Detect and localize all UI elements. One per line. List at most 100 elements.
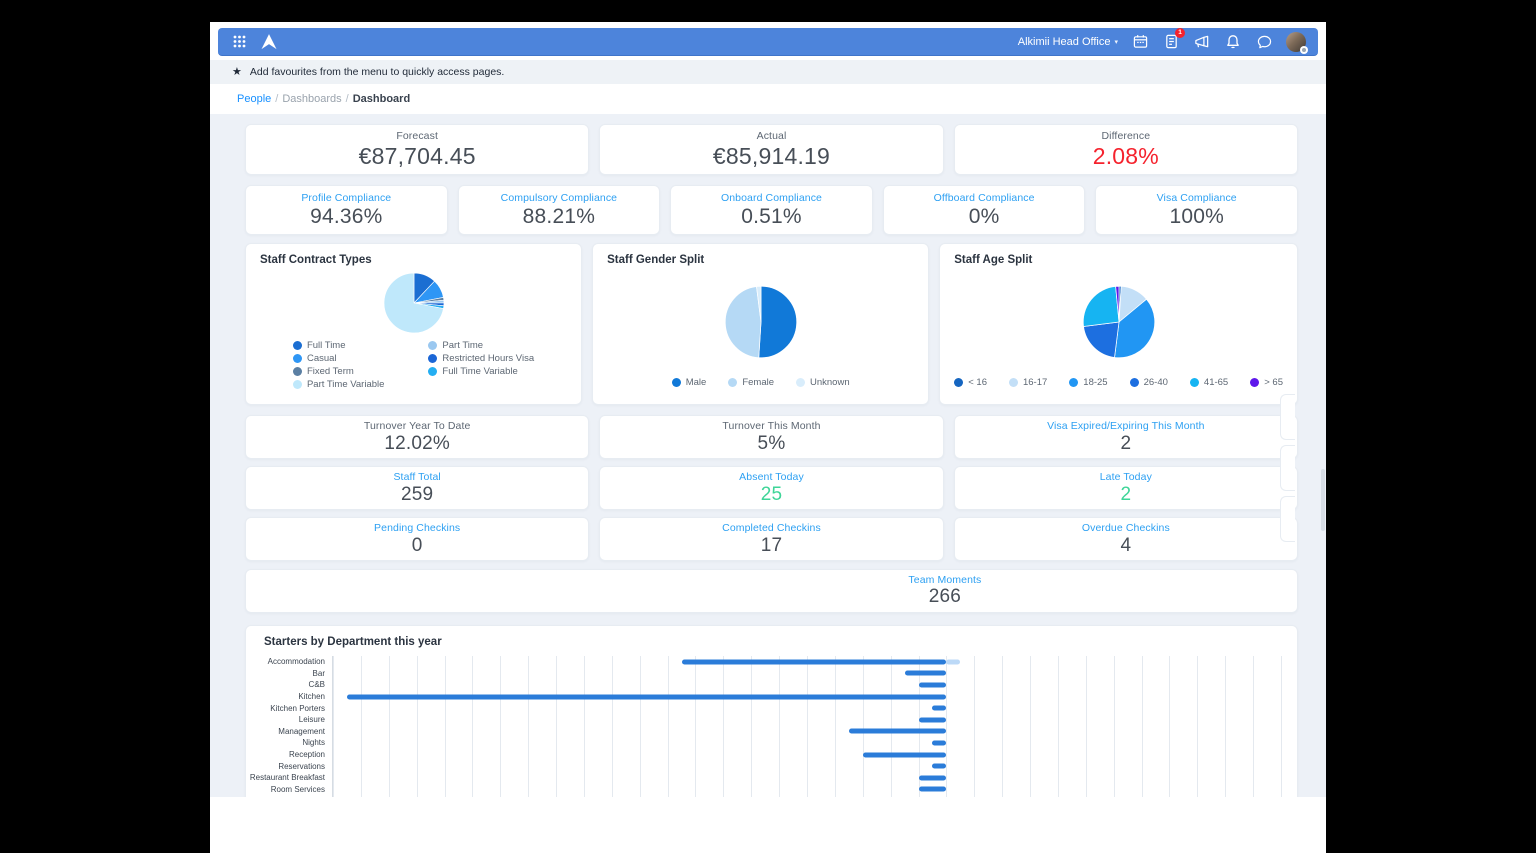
- legend-dot: [671, 378, 681, 387]
- legend-dot: [428, 367, 438, 376]
- pie-chart-svg: [1082, 285, 1155, 358]
- kpi-row-financial: Forecast €87,704.45 Actual €85,914.19 Di…: [245, 124, 1298, 175]
- legend-item[interactable]: > 65: [1250, 377, 1283, 388]
- scrollbar-thumb[interactable]: [1321, 469, 1325, 532]
- stat-label: Staff Total: [393, 470, 441, 483]
- legend-label: Part Time: [442, 340, 484, 351]
- stat-value: 100%: [1169, 204, 1224, 228]
- pie-chart-svg: [724, 285, 797, 358]
- contract-types-pie-chart: [383, 272, 445, 334]
- visa-expiring-card: Visa Expired/Expiring This Month 2: [953, 415, 1298, 459]
- bar-secondary: [946, 659, 961, 665]
- bar-category-label: Kitchen Porters: [270, 703, 325, 713]
- stat-value: 266: [928, 586, 962, 607]
- kpi-row-checkins: Pending Checkins 0 Completed Checkins 17…: [245, 517, 1298, 561]
- alkimii-logo[interactable]: [258, 31, 280, 53]
- megaphone-icon[interactable]: [1193, 33, 1211, 51]
- bar: [848, 728, 947, 734]
- legend-dot: [1250, 378, 1260, 387]
- chat-icon[interactable]: [1255, 33, 1273, 51]
- content-scrollbar[interactable]: [1320, 114, 1325, 797]
- org-selector[interactable]: Alkimii Head Office ▾: [1018, 36, 1118, 48]
- legend-item[interactable]: 16-17: [1008, 377, 1047, 388]
- tasks-icon[interactable]: 1: [1162, 27, 1185, 51]
- bar-row: [333, 795, 1281, 797]
- legend-item[interactable]: Male: [671, 377, 706, 388]
- stat-value: 4: [1120, 534, 1132, 556]
- star-icon[interactable]: ★: [232, 66, 242, 78]
- notification-badge: 1: [1175, 27, 1185, 38]
- calendar-icon[interactable]: [1131, 33, 1149, 51]
- bar-category-label: Restaurant Breakfast: [249, 773, 325, 783]
- bar-category-label: C&B: [308, 680, 325, 690]
- apps-grid-icon[interactable]: [230, 33, 248, 51]
- bar-category-label: Management: [278, 726, 325, 736]
- legend-label: Unknown: [810, 377, 850, 388]
- pie-slice: [1082, 285, 1120, 327]
- stat-label: Forecast: [396, 129, 438, 142]
- absent-today-card: Absent Today 25: [599, 466, 944, 510]
- stat-value: 5%: [757, 432, 786, 454]
- legend-label: 26-40: [1143, 377, 1168, 388]
- stat-value: 88.21%: [522, 204, 596, 228]
- legend-dot: [954, 378, 964, 387]
- legend-item[interactable]: Part Time Variable: [292, 379, 384, 390]
- stat-value: 0: [411, 534, 423, 556]
- legend-item[interactable]: Full Time Variable: [428, 366, 534, 377]
- bar: [904, 670, 947, 676]
- stat-label: Turnover This Month: [722, 419, 821, 432]
- legend-item[interactable]: Full Time: [292, 340, 384, 351]
- pie-chart-svg: [383, 272, 444, 334]
- peek-card-sliver: [1280, 445, 1295, 491]
- legend-dot: [1189, 378, 1199, 387]
- legend-label: 41-65: [1203, 377, 1229, 388]
- bar-category-label: Leisure: [298, 715, 325, 725]
- legend-item[interactable]: 18-25: [1069, 377, 1108, 388]
- legend-item[interactable]: 26-40: [1129, 377, 1168, 388]
- chevron-down-icon: ▾: [1114, 38, 1118, 46]
- legend-dot: [292, 354, 302, 363]
- bar-chart-category-labels: Accommodation Bar C&B Kitchen Kitchen Porter…: [249, 656, 332, 797]
- legend-item[interactable]: Unknown: [796, 377, 850, 388]
- starters-bar-chart: Accommodation Bar C&B Kitchen Kitchen Porter…: [249, 656, 1282, 797]
- staff-age-split-card: Staff Age Split < 16 16-17 18-25 26-40 41-65…: [939, 243, 1298, 405]
- bar: [932, 763, 947, 769]
- legend-item[interactable]: < 16: [954, 377, 987, 388]
- gender-split-legend: Male Female Unknown: [607, 377, 914, 394]
- onboard-compliance-card: Onboard Compliance 0.51%: [670, 185, 873, 235]
- legend-item[interactable]: Casual: [292, 353, 384, 364]
- stat-value: 12.02%: [384, 432, 450, 454]
- bar-row: [333, 691, 1281, 703]
- stat-value: 0%: [968, 204, 1000, 228]
- legend-dot: [1008, 378, 1018, 387]
- legend-item[interactable]: Part Time: [428, 340, 534, 351]
- legend-item[interactable]: Restricted Hours Visa: [428, 353, 534, 364]
- stat-value: €85,914.19: [712, 142, 831, 169]
- chart-title: Starters by Department this year: [264, 636, 442, 648]
- legend-item[interactable]: Fixed Term: [292, 366, 384, 377]
- bar: [346, 694, 947, 700]
- legend-label: < 16: [968, 377, 987, 388]
- pie-charts-row: Staff Contract Types Full Time Casual Fixe…: [245, 243, 1298, 405]
- kpi-row-compliance: Profile Compliance 94.36% Compulsory Com…: [245, 185, 1298, 235]
- bar-category-label: Accommodation: [267, 657, 325, 667]
- stat-label: Difference: [1101, 129, 1151, 142]
- legend-dot: [428, 341, 438, 350]
- bar-category-label: Room Services: [270, 784, 325, 794]
- pending-checkins-card: Pending Checkins 0: [245, 517, 590, 561]
- breadcrumb-people[interactable]: People: [237, 93, 271, 105]
- legend-item[interactable]: Female: [728, 377, 774, 388]
- bar: [918, 717, 947, 723]
- bell-icon[interactable]: [1224, 33, 1242, 51]
- stat-label: Visa Expired/Expiring This Month: [1047, 419, 1205, 432]
- legend-dot: [1069, 378, 1079, 387]
- avatar[interactable]: [1286, 31, 1308, 54]
- legend-dot: [728, 378, 738, 387]
- pie-slice: [724, 285, 762, 358]
- legend-label: Fixed Term: [306, 366, 354, 377]
- bar: [918, 775, 947, 781]
- bar-row: [333, 656, 1281, 668]
- legend-item[interactable]: 41-65: [1189, 377, 1229, 388]
- breadcrumb-dashboards[interactable]: Dashboards: [282, 93, 341, 105]
- bar-category-label: Reservations: [278, 761, 325, 771]
